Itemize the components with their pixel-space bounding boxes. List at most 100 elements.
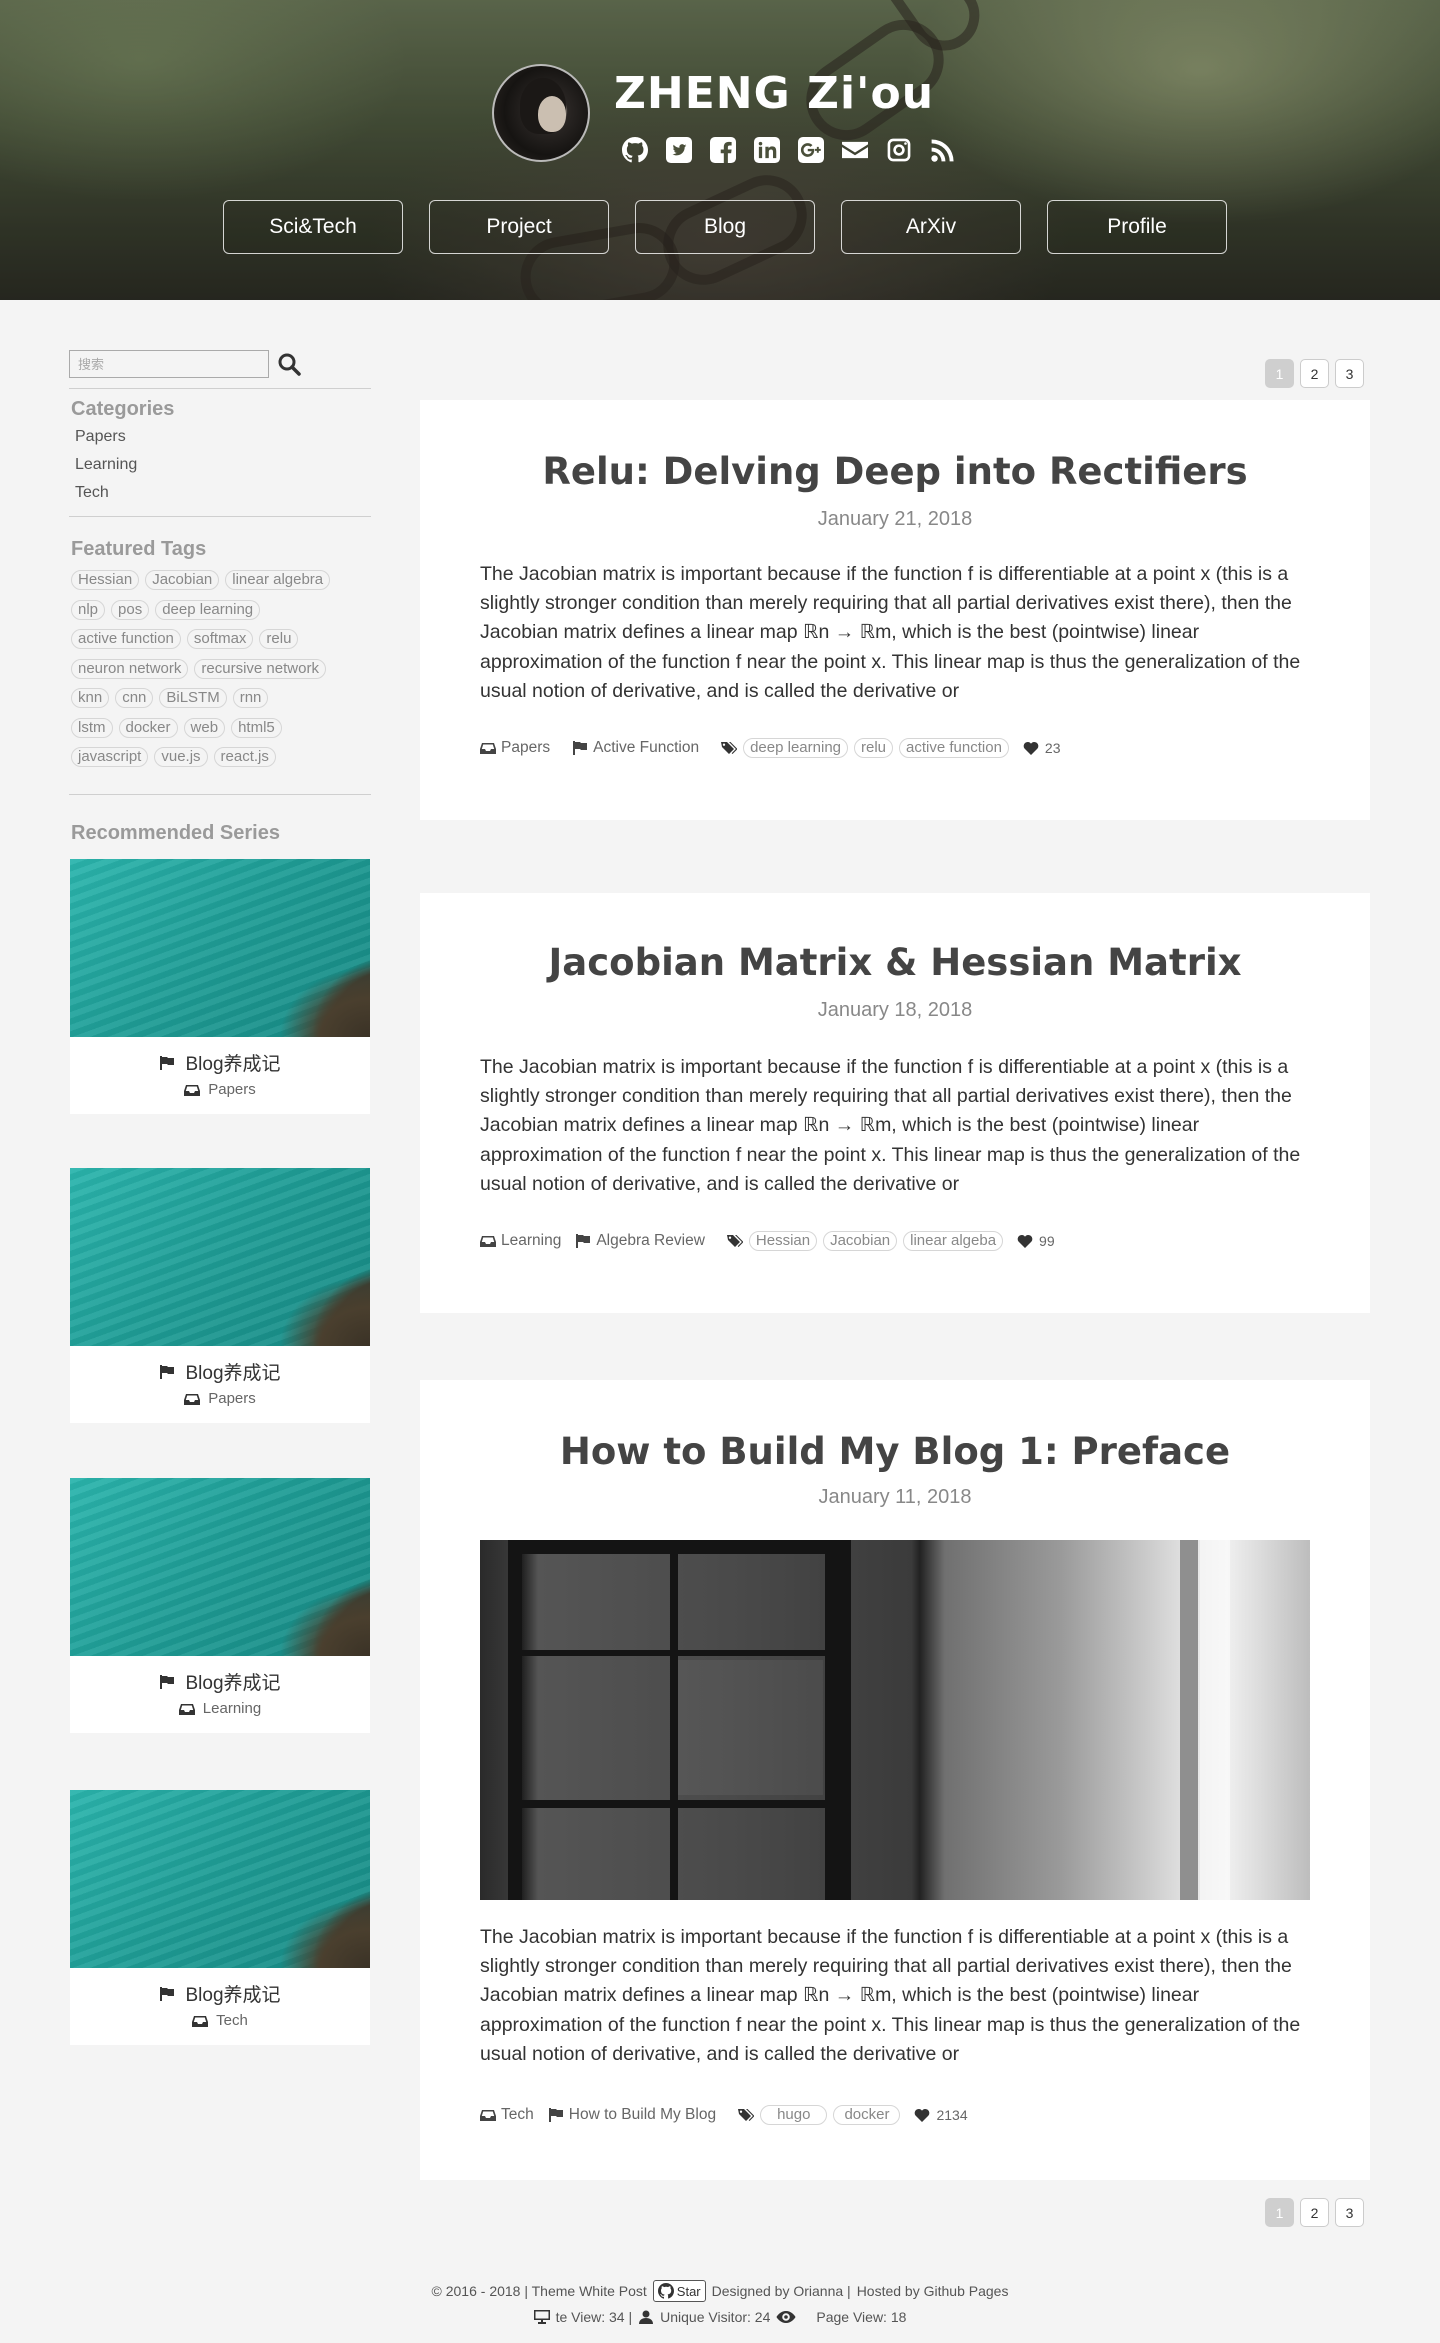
linkedin-icon[interactable] xyxy=(752,136,782,164)
post-title[interactable]: Relu: Delving Deep into Rectifiers xyxy=(420,450,1370,493)
series-title[interactable]: Blog养成记 xyxy=(185,1049,280,1076)
page-3-button[interactable]: 3 xyxy=(1335,359,1364,388)
series-cover-image[interactable] xyxy=(70,859,370,1037)
post-tag[interactable]: relu xyxy=(854,738,894,758)
series-title[interactable]: Blog养成记 xyxy=(185,1980,280,2007)
tag-link[interactable]: linear algebra xyxy=(225,570,331,590)
tag-link[interactable]: lstm xyxy=(71,717,113,738)
nav-scitech-button[interactable]: Sci&Tech xyxy=(223,200,403,254)
tag-row: lstm docker web html5 xyxy=(71,717,371,748)
post-card: Relu: Delving Deep into Rectifiers Janua… xyxy=(420,400,1370,820)
series-card[interactable]: Blog养成记 Papers xyxy=(70,1168,370,1423)
tags-icon xyxy=(738,2108,755,2122)
tag-row: Hessian Jacobian linear algebra xyxy=(71,570,371,600)
tag-link[interactable]: rnn xyxy=(232,688,269,708)
nav-project-button[interactable]: Project xyxy=(429,200,609,254)
post-tag[interactable]: docker xyxy=(833,2105,901,2125)
series-cover-image[interactable] xyxy=(70,1790,370,1968)
rss-icon[interactable] xyxy=(928,136,958,164)
tag-link[interactable]: docker xyxy=(118,717,178,738)
post-series-label[interactable]: Algebra Review xyxy=(596,1232,705,1250)
tag-link[interactable]: deep learning xyxy=(155,599,261,620)
category-link-tech[interactable]: Tech xyxy=(75,484,109,502)
site-title[interactable]: ZHENG Zi'ou xyxy=(614,68,934,119)
facebook-icon[interactable] xyxy=(708,136,738,164)
series-category[interactable]: Papers xyxy=(208,1390,256,1407)
google-plus-icon[interactable] xyxy=(796,136,826,164)
tag-link[interactable]: Hessian xyxy=(71,570,140,590)
nav-blog-button[interactable]: Blog xyxy=(635,200,815,254)
series-category[interactable]: Tech xyxy=(216,2012,248,2029)
tag-link[interactable]: recursive network xyxy=(194,658,326,679)
post-category-label[interactable]: Learning xyxy=(501,1232,561,1250)
post-likes[interactable]: 2134 xyxy=(914,2107,968,2123)
post-series[interactable]: Active Function xyxy=(572,739,699,757)
post-tag[interactable]: active function xyxy=(899,738,1009,758)
post-cover-photo[interactable] xyxy=(480,1540,1310,1900)
nav-profile-button[interactable]: Profile xyxy=(1047,200,1227,254)
tag-link[interactable]: cnn xyxy=(115,688,154,708)
series-cover-image[interactable] xyxy=(70,1168,370,1346)
page-2-button[interactable]: 2 xyxy=(1300,359,1329,388)
post-likes[interactable]: 99 xyxy=(1017,1233,1055,1249)
github-icon[interactable] xyxy=(620,136,650,164)
post-series-label[interactable]: How to Build My Blog xyxy=(569,2106,716,2124)
post-category[interactable]: Tech xyxy=(480,2106,534,2124)
tag-link[interactable]: web xyxy=(183,717,226,738)
post-title[interactable]: How to Build My Blog 1: Preface xyxy=(420,1430,1370,1473)
tag-link[interactable]: vue.js xyxy=(154,747,208,767)
series-category[interactable]: Papers xyxy=(208,1081,256,1098)
search-icon[interactable] xyxy=(277,352,303,378)
tag-link[interactable]: softmax xyxy=(186,629,254,649)
tag-row: neuron network recursive network xyxy=(71,658,371,689)
post-category-label[interactable]: Tech xyxy=(501,2106,534,2124)
post-category[interactable]: Learning xyxy=(480,1232,561,1250)
nav-arxiv-button[interactable]: ArXiv xyxy=(841,200,1021,254)
series-title[interactable]: Blog养成记 xyxy=(185,1358,280,1385)
page-2-button[interactable]: 2 xyxy=(1300,2198,1329,2227)
inbox-icon xyxy=(480,1234,496,1248)
post-tag[interactable]: Jacobian xyxy=(823,1231,898,1251)
search-input[interactable] xyxy=(69,350,269,378)
post-category[interactable]: Papers xyxy=(480,739,550,757)
series-category-row: Learning xyxy=(70,1700,370,1717)
tag-link[interactable]: javascript xyxy=(71,747,149,767)
tag-link[interactable]: knn xyxy=(71,688,110,708)
github-star-button[interactable]: Star xyxy=(652,2280,706,2302)
hosted-by-link[interactable]: Hosted by Github Pages xyxy=(857,2283,1009,2299)
post-likes[interactable]: 23 xyxy=(1023,740,1061,756)
page-1-button[interactable]: 1 xyxy=(1265,359,1294,388)
series-title[interactable]: Blog养成记 xyxy=(185,1668,280,1695)
tag-link[interactable]: neuron network xyxy=(71,658,189,679)
post-series-label[interactable]: Active Function xyxy=(593,739,699,757)
tag-link[interactable]: Jacobian xyxy=(145,570,220,590)
series-card[interactable]: Blog养成记 Learning xyxy=(70,1478,370,1733)
series-cover-image[interactable] xyxy=(70,1478,370,1656)
post-tag[interactable]: Hessian xyxy=(748,1231,818,1251)
tag-link[interactable]: pos xyxy=(111,599,150,620)
tag-link[interactable]: nlp xyxy=(71,599,106,620)
tag-link[interactable]: active function xyxy=(71,629,181,649)
instagram-icon[interactable] xyxy=(884,136,914,164)
series-category[interactable]: Learning xyxy=(203,1700,261,1717)
post-title[interactable]: Jacobian Matrix & Hessian Matrix xyxy=(420,941,1370,984)
tag-link[interactable]: relu xyxy=(259,629,299,649)
post-series[interactable]: How to Build My Blog xyxy=(548,2106,716,2124)
post-tag[interactable]: linear algeba xyxy=(903,1231,1004,1251)
page-1-button[interactable]: 1 xyxy=(1265,2198,1294,2227)
category-link-learning[interactable]: Learning xyxy=(75,456,137,474)
post-category-label[interactable]: Papers xyxy=(501,739,550,757)
post-series[interactable]: Algebra Review xyxy=(575,1232,705,1250)
page-3-button[interactable]: 3 xyxy=(1335,2198,1364,2227)
series-card[interactable]: Blog养成记 Tech xyxy=(70,1790,370,2045)
post-tag[interactable]: hugo xyxy=(760,2105,828,2125)
post-tag[interactable]: deep learning xyxy=(743,738,849,758)
tag-link[interactable]: react.js xyxy=(213,747,276,767)
email-icon[interactable] xyxy=(840,136,870,164)
twitter-icon[interactable] xyxy=(664,136,694,164)
avatar[interactable] xyxy=(492,64,590,162)
tag-link[interactable]: BiLSTM xyxy=(159,688,227,708)
tag-link[interactable]: html5 xyxy=(231,717,282,738)
category-link-papers[interactable]: Papers xyxy=(75,428,126,446)
series-card[interactable]: Blog养成记 Papers xyxy=(70,859,370,1114)
